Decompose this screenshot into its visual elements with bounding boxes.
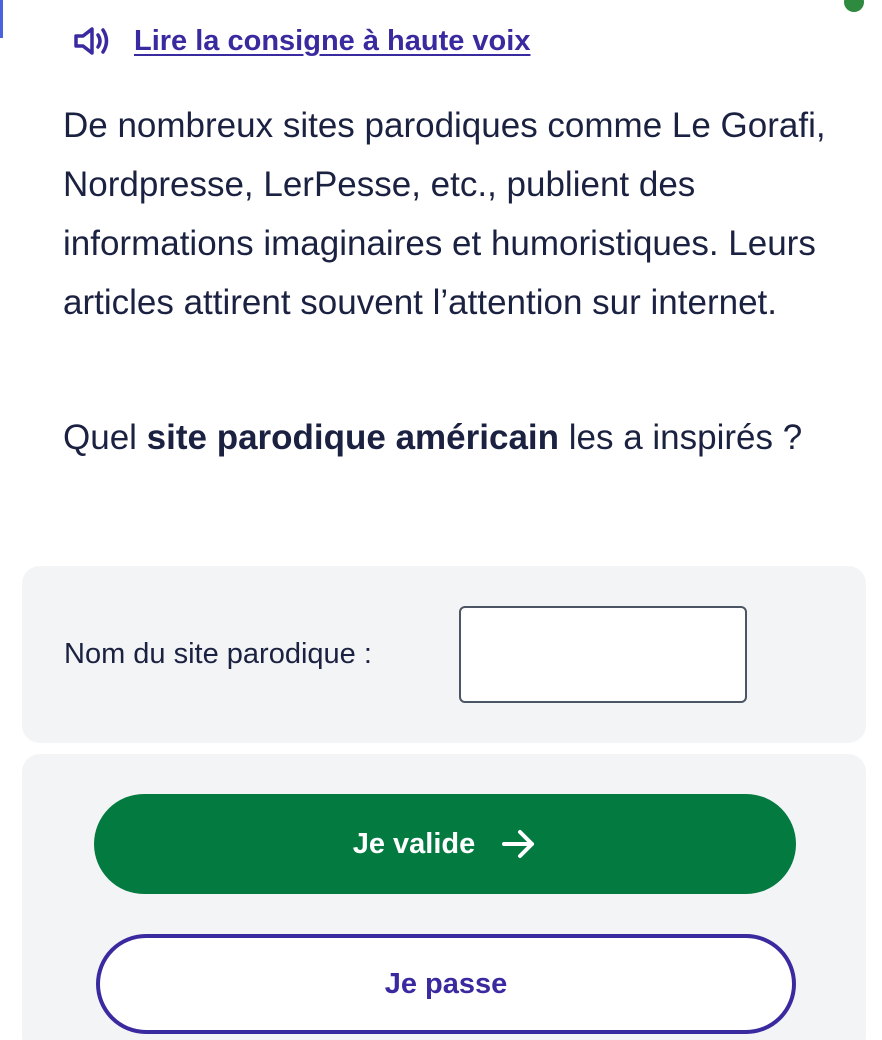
question-emphasis: site parodique américain	[146, 418, 560, 457]
exercise-page: Lire la consigne à haute voix De nombreu…	[0, 0, 882, 1040]
question-text-start: Quel	[63, 418, 147, 457]
read-aloud-button[interactable]: Lire la consigne à haute voix	[72, 24, 530, 58]
answer-input[interactable]	[459, 606, 747, 703]
question-text-end: les a inspirés ?	[559, 418, 803, 457]
answer-card: Nom du site parodique :	[22, 566, 866, 743]
arrow-right-icon	[502, 830, 535, 858]
read-aloud-label: Lire la consigne à haute voix	[134, 24, 531, 57]
speaker-icon	[74, 27, 109, 55]
skip-button-label: Je passe	[384, 967, 508, 1000]
left-accent-bar	[0, 0, 3, 38]
status-dot-icon	[844, 0, 864, 12]
validate-button-label: Je valide	[352, 827, 476, 860]
validate-button[interactable]: Je valide	[94, 794, 796, 894]
question-text: Quel site parodique américain les a insp…	[63, 408, 853, 467]
action-card: Je valide Je passe	[22, 754, 866, 1040]
answer-label: Nom du site parodique :	[64, 638, 372, 670]
instruction-text: De nombreux sites parodiques comme Le Go…	[63, 106, 826, 322]
skip-button[interactable]: Je passe	[96, 934, 796, 1034]
